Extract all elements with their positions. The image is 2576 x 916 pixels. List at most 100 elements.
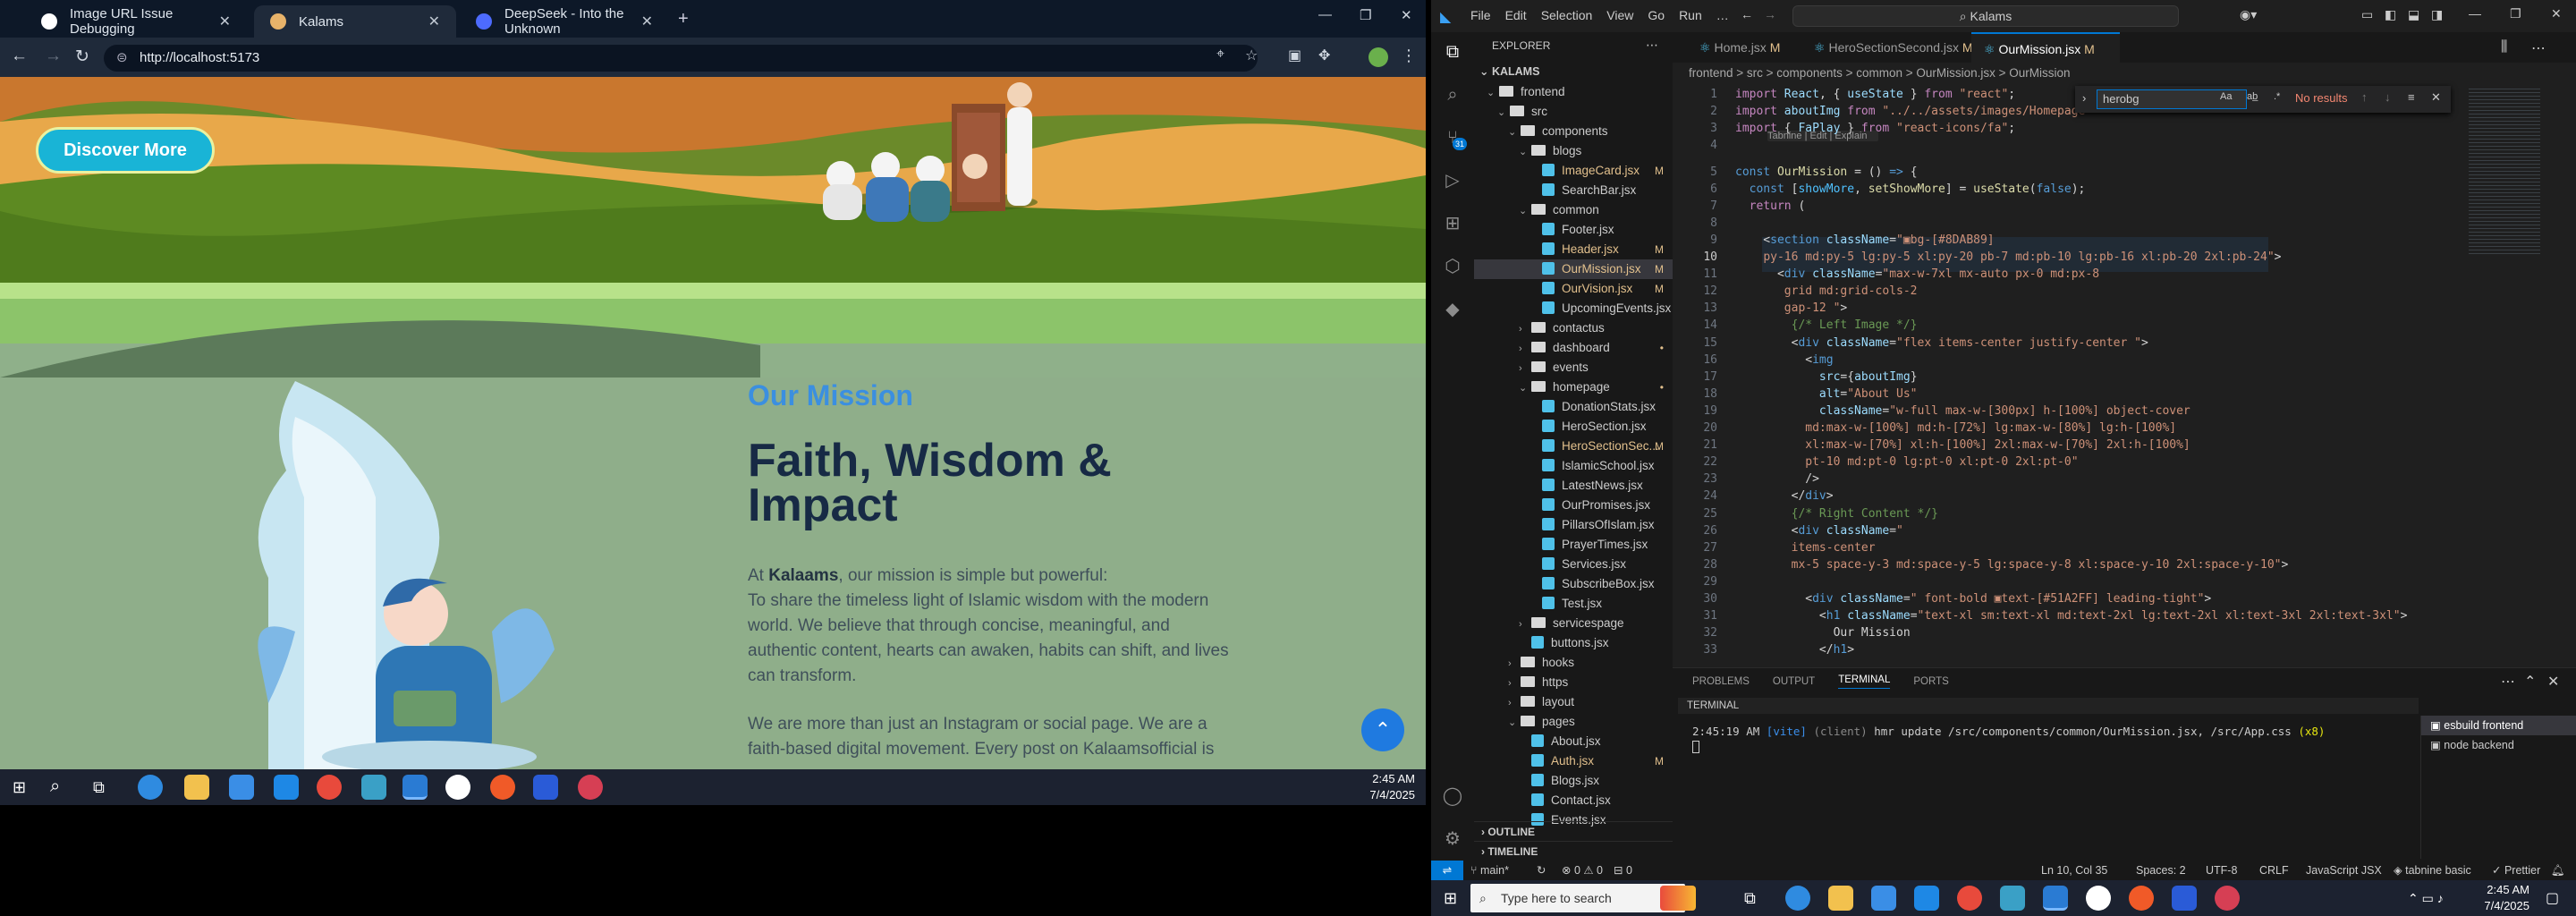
task-view-icon[interactable]: ⧉ <box>93 778 105 797</box>
minimap[interactable] <box>2469 86 2540 256</box>
app-icon[interactable] <box>2215 886 2240 911</box>
taskbar-search-box[interactable]: ⌕ Type here to search <box>1470 884 1685 912</box>
more-actions-icon[interactable]: ⋯ <box>1646 38 1658 53</box>
back-icon[interactable]: ← <box>11 47 28 66</box>
close-icon[interactable]: ✕ <box>428 13 440 30</box>
close-icon[interactable]: ✕ <box>219 13 231 30</box>
breadcrumb[interactable]: frontend > src > components > common > O… <box>1673 63 2576 84</box>
code-line[interactable]: <img <box>1735 352 1833 369</box>
code-line[interactable]: const [showMore, setShowMore] = useState… <box>1735 181 2086 198</box>
tab-image-url[interactable]: Image URL Issue Debugging ✕ <box>25 5 247 38</box>
panel-tab-terminal[interactable]: TERMINAL <box>1838 674 1891 689</box>
match-case-icon[interactable]: Aa <box>2220 91 2232 102</box>
windows-start-icon[interactable]: ⊞ <box>13 778 26 797</box>
tree-file[interactable]: Blogs.jsx <box>1474 771 1673 791</box>
vs-minimize-button[interactable]: — <box>2469 6 2481 21</box>
tree-file[interactable]: OurVision.jsx M <box>1474 279 1673 299</box>
discover-more-button[interactable]: Discover More <box>36 127 215 174</box>
nav-forward-icon[interactable]: → <box>1764 7 1776 21</box>
account-icon[interactable]: ◯ <box>1442 785 1463 807</box>
tree-file[interactable]: Test.jsx <box>1474 594 1673 614</box>
tree-file[interactable]: Footer.jsx <box>1474 220 1673 240</box>
copilot-icon[interactable]: ◉▾ <box>2240 7 2257 22</box>
maximize-button[interactable]: ❐ <box>1360 7 1371 23</box>
store-icon[interactable] <box>1871 886 1896 911</box>
tree-file[interactable]: PrayerTimes.jsx <box>1474 535 1673 555</box>
store-icon[interactable] <box>229 775 254 800</box>
secondary-sidebar-icon[interactable]: ◨ <box>2431 7 2443 22</box>
tree-file[interactable]: PillarsOfIslam.jsx <box>1474 515 1673 535</box>
tree-file[interactable]: LatestNews.jsx <box>1474 476 1673 496</box>
code-line[interactable]: xl:max-w-[70%] xl:h-[100%] 2xl:max-w-[70… <box>1735 437 2190 454</box>
sidebar-toggle-icon[interactable]: ◧ <box>2385 7 2396 22</box>
bookmark-star-icon[interactable]: ☆ <box>1245 47 1258 64</box>
prettier-status[interactable]: ✓ Prettier <box>2492 861 2540 880</box>
workspace-root[interactable]: ⌄ KALAMS <box>1479 64 1539 78</box>
terminal-output[interactable]: 2:45:19 AM [vite] (client) hmr update /s… <box>1692 725 2325 738</box>
profile-avatar[interactable] <box>1368 47 1388 67</box>
tree-folder[interactable]: › https <box>1474 673 1673 692</box>
scroll-to-top-button[interactable]: ⌃ <box>1361 708 1404 751</box>
tree-file[interactable]: Contact.jsx <box>1474 791 1673 810</box>
editor-tab-herosectionsecond[interactable]: ⚛ HeroSectionSecond.jsx M <box>1801 32 1989 63</box>
explorer-icon[interactable]: ⧉ <box>1442 41 1463 63</box>
command-center[interactable]: ⌕ Kalams <box>1792 5 2179 27</box>
file-explorer-icon[interactable] <box>184 775 209 800</box>
code-line[interactable]: md:max-w-[100%] md:h-[72%] lg:max-w-[80%… <box>1735 420 2176 437</box>
code-line[interactable]: <div className="flex items-center justif… <box>1735 335 2148 352</box>
menu-file[interactable]: File <box>1470 8 1491 22</box>
menu-selection[interactable]: Selection <box>1541 8 1593 22</box>
zoom-icon[interactable] <box>2172 886 2197 911</box>
code-line[interactable]: Our Mission <box>1735 624 1911 641</box>
remote-explorer-icon[interactable]: ⬡ <box>1442 256 1463 277</box>
zoom-icon[interactable] <box>533 775 558 800</box>
next-match-icon[interactable]: ↓ <box>2385 90 2391 104</box>
tree-folder[interactable]: ⌄ frontend <box>1474 82 1673 102</box>
tree-file[interactable]: HeroSectionSec... M <box>1474 437 1673 456</box>
code-line[interactable]: </div> <box>1735 488 1834 505</box>
menu-go[interactable]: Go <box>1648 8 1665 22</box>
menu-view[interactable]: View <box>1606 8 1633 22</box>
tree-folder[interactable]: ⌄ blogs <box>1474 141 1673 161</box>
chrome-icon[interactable] <box>317 775 342 800</box>
encoding[interactable]: UTF-8 <box>2206 861 2237 880</box>
code-line[interactable]: import React, { useState } from "react"; <box>1735 86 2015 103</box>
menu-edit[interactable]: Edit <box>1505 8 1527 22</box>
menu-dots-icon[interactable]: ⋮ <box>1401 47 1417 65</box>
windows-start-icon[interactable]: ⊞ <box>1444 889 1457 908</box>
code-line[interactable]: pt-10 md:pt-0 lg:pt-0 xl:pt-0 2xl:pt-0" <box>1735 454 2078 471</box>
git-branch[interactable]: ⑂ main* <box>1470 861 1509 880</box>
split-editor-icon[interactable]: ⫼ <box>2501 39 2507 55</box>
app-icon[interactable] <box>578 775 603 800</box>
tree-folder[interactable]: ⌄ src <box>1474 102 1673 122</box>
tree-folder[interactable]: › dashboard • <box>1474 338 1673 358</box>
tree-folder[interactable]: ⌄ pages <box>1474 712 1673 732</box>
close-window-button[interactable]: ✕ <box>1401 7 1412 23</box>
tree-folder[interactable]: ⌄ homepage • <box>1474 377 1673 397</box>
app-icon[interactable] <box>445 775 470 800</box>
language-mode[interactable]: JavaScript JSX <box>2306 861 2382 880</box>
code-line[interactable]: alt="About Us" <box>1735 386 1918 403</box>
reload-icon[interactable]: ↻ <box>75 47 89 67</box>
tree-file[interactable]: About.jsx <box>1474 732 1673 751</box>
code-line[interactable]: {/* Left Image */} <box>1735 317 1918 334</box>
line-ending[interactable]: CRLF <box>2259 861 2289 880</box>
search-icon[interactable]: ⌕ <box>50 776 60 797</box>
address-bar[interactable]: ⊜ http://localhost:5173 <box>104 45 1258 72</box>
code-line[interactable]: <div className=" font-bold ▣text-[#51A2F… <box>1735 590 2211 607</box>
mongodb-icon[interactable]: ◆ <box>1442 299 1463 320</box>
extensions-icon[interactable]: ⊞ <box>1442 213 1463 234</box>
app-icon[interactable] <box>2000 886 2025 911</box>
code-line[interactable]: <div className="max-w-7xl mx-auto px-0 m… <box>1735 266 2099 283</box>
layout-toggle-icon[interactable]: ▭ <box>2361 7 2373 22</box>
tree-file[interactable]: ImageCard.jsx M <box>1474 161 1673 181</box>
regex-icon[interactable]: .* <box>2274 91 2280 102</box>
tree-file[interactable]: Auth.jsx M <box>1474 751 1673 771</box>
vscode-taskbar-icon[interactable] <box>2043 886 2068 911</box>
tree-folder[interactable]: › hooks <box>1474 653 1673 673</box>
code-line[interactable]: /> <box>1735 471 1819 488</box>
taskbar-clock-right[interactable]: 2:45 AM 7/4/2025 <box>2470 882 2529 914</box>
close-icon[interactable]: ✕ <box>2547 673 2559 691</box>
edge-icon[interactable] <box>138 775 163 800</box>
code-line[interactable]: import { FaPlay } from "react-icons/fa"; <box>1735 120 2015 137</box>
